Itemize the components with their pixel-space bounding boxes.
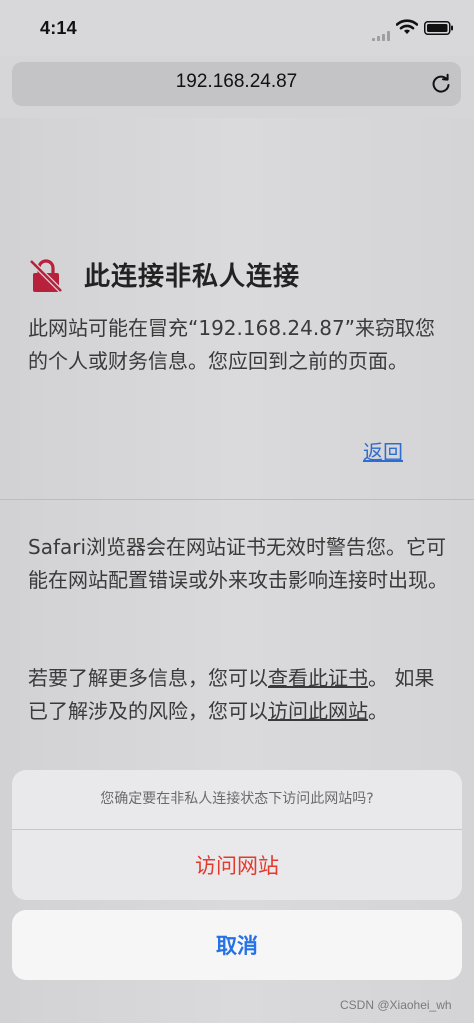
warning-icon (28, 258, 64, 298)
warning-title: 此连接非私人连接 (84, 262, 301, 292)
details-paragraph-2-prefix: 若要了解更多信息，您可以 (28, 666, 268, 690)
reload-icon[interactable] (430, 73, 452, 99)
battery-icon (424, 20, 454, 39)
signal-icon (372, 26, 390, 45)
cancel-button[interactable]: 取消 (12, 910, 462, 980)
safari-screen: 4:14 192.168.24.87 此连接非私人连接 此网站可能在冒充“192… (0, 0, 474, 1023)
address-bar[interactable]: 192.168.24.87 (12, 62, 461, 106)
wifi-icon (395, 19, 419, 39)
status-time: 4:14 (40, 18, 77, 38)
watermark: CSDN @Xiaohei_wh (340, 998, 452, 1012)
back-link[interactable]: 返回 (363, 436, 403, 465)
status-bar: 4:14 (0, 0, 474, 56)
details-paragraph-2-suffix: 。 (368, 699, 388, 723)
action-sheet-message: 您确定要在非私人连接状态下访问此网站吗? (100, 791, 374, 807)
visit-website-button[interactable]: 访问网站 (12, 830, 462, 900)
warning-body: 此网站可能在冒充“192.168.24.87”来窃取您的个人或财务信息。您应回到… (28, 316, 436, 373)
details-paragraph-2: 若要了解更多信息，您可以查看此证书。 如果已了解涉及的风险，您可以访问此网站。 (28, 662, 448, 728)
details-paragraph-1: Safari浏览器会在网站证书无效时警告您。它可能在网站配置错误或外来攻击影响连… (28, 535, 448, 592)
url-text: 192.168.24.87 (175, 71, 298, 92)
visit-site-link[interactable]: 访问此网站 (268, 699, 368, 723)
view-certificate-link[interactable]: 查看此证书 (268, 666, 368, 690)
action-sheet: 您确定要在非私人连接状态下访问此网站吗? 访问网站 (12, 770, 462, 900)
section-divider (0, 499, 474, 500)
